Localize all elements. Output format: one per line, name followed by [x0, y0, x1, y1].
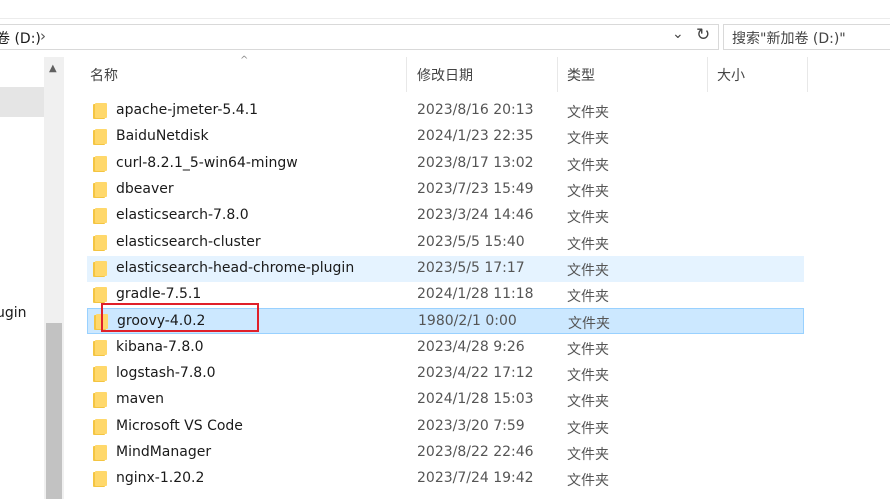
file-name: logstash-7.8.0: [116, 365, 216, 381]
folder-icon: [93, 208, 107, 225]
folder-icon: [93, 366, 107, 382]
column-header-date[interactable]: 修改日期: [417, 65, 473, 85]
column-divider[interactable]: [406, 57, 407, 92]
file-name: MindManager: [116, 443, 212, 460]
file-type: 文件夹: [567, 394, 609, 411]
file-modified-date: 2024/1/28 15:03: [417, 391, 534, 408]
column-divider[interactable]: [557, 57, 558, 92]
file-type: 文件夹: [567, 368, 609, 384]
file-row[interactable]: nginx-1.20.2 2023/7/24 19:42 文件夹: [87, 466, 804, 492]
file-modified-date: 2023/7/24 19:42: [417, 470, 534, 487]
folder-icon: [93, 444, 107, 461]
file-name: elasticsearch-head-chrome-plugin: [116, 259, 355, 276]
file-type: 文件夹: [567, 210, 609, 227]
window-top-strip: [0, 0, 890, 19]
file-row[interactable]: Microsoft VS Code 2023/3/20 7:59 文件夹: [87, 414, 804, 440]
file-row[interactable]: MindManager 2023/8/22 22:46 文件夹: [87, 440, 804, 466]
file-name: Microsoft VS Code: [116, 417, 243, 434]
folder-icon: [93, 392, 107, 409]
file-name: elasticsearch-cluster: [116, 233, 261, 250]
file-type: 文件夹: [567, 183, 609, 200]
address-dropdown-icon[interactable]: ⌄: [672, 26, 684, 42]
folder-icon: [93, 339, 107, 356]
file-name: gradle-7.5.1: [116, 286, 202, 303]
navigation-pane: ugin: [0, 57, 44, 499]
folder-icon: [93, 418, 107, 435]
file-type: 文件夹: [567, 341, 609, 358]
column-header-size[interactable]: 大小: [717, 65, 745, 85]
column-divider[interactable]: [707, 57, 708, 92]
folder-icon: [93, 181, 107, 198]
address-bar[interactable]: 卷 (D:) › ⌄ ↻: [0, 24, 719, 50]
search-input[interactable]: 搜索"新加卷 (D:)": [723, 24, 890, 50]
file-modified-date: 2023/3/20 7:59: [417, 417, 525, 434]
file-row[interactable]: kibana-7.8.0 2023/4/28 9:26 文件夹: [87, 335, 804, 361]
column-header-name[interactable]: 名称: [90, 65, 118, 85]
file-name: nginx-1.20.2: [116, 470, 205, 487]
file-row[interactable]: dbeaver 2023/7/23 15:49 文件夹: [87, 177, 804, 203]
file-modified-date: 2023/3/24 14:46: [417, 207, 534, 224]
file-type: 文件夹: [567, 262, 609, 279]
file-type: 文件夹: [567, 446, 609, 463]
folder-icon: [93, 155, 107, 172]
file-modified-date: 2023/8/22 22:46: [417, 443, 534, 460]
file-modified-date: 1980/2/1 0:00: [418, 313, 517, 330]
nav-item-selected[interactable]: [0, 87, 44, 117]
file-name: curl-8.2.1_5-win64-mingw: [116, 154, 298, 171]
file-modified-date: 2024/1/28 11:18: [417, 286, 534, 303]
scrollbar-thumb[interactable]: [46, 323, 62, 499]
file-row[interactable]: elasticsearch-7.8.0 2023/3/24 14:46 文件夹: [87, 203, 804, 229]
nav-item-plugin[interactable]: ugin: [0, 305, 27, 321]
search-placeholder: 搜索"新加卷 (D:)": [732, 31, 846, 47]
folder-icon: [93, 103, 107, 119]
file-type: 文件夹: [567, 289, 609, 306]
red-highlight-box: [101, 303, 259, 332]
file-name: maven: [116, 391, 164, 408]
file-modified-date: 2023/5/5 17:17: [417, 259, 525, 276]
file-row[interactable]: elasticsearch-cluster 2023/5/5 15:40 文件夹: [87, 230, 804, 256]
navigation-scrollbar[interactable]: ▲: [44, 57, 64, 499]
breadcrumb-chevron-icon[interactable]: ›: [40, 27, 46, 45]
file-name: dbeaver: [116, 180, 174, 197]
folder-icon: [93, 260, 107, 277]
file-modified-date: 2023/4/28 9:26: [417, 338, 525, 355]
column-header-row: ^ 名称 修改日期 类型 大小: [64, 55, 890, 92]
file-modified-date: 2023/7/23 15:49: [417, 180, 534, 197]
folder-icon: [93, 287, 107, 304]
file-row[interactable]: apache-jmeter-5.4.1 2023/8/16 20:13 文件夹: [87, 98, 804, 124]
file-row[interactable]: maven 2024/1/28 15:03 文件夹: [87, 387, 804, 413]
file-row[interactable]: logstash-7.8.0 2023/4/22 17:12 文件夹: [87, 361, 804, 387]
file-type: 文件夹: [568, 316, 610, 333]
folder-icon: [93, 129, 107, 146]
column-header-type[interactable]: 类型: [567, 65, 595, 85]
file-type: 文件夹: [567, 420, 609, 437]
file-type: 文件夹: [567, 131, 609, 148]
file-modified-date: 2023/4/22 17:12: [417, 365, 534, 381]
folder-icon: [93, 234, 107, 251]
file-modified-date: 2024/1/23 22:35: [417, 128, 534, 145]
file-name: elasticsearch-7.8.0: [116, 207, 249, 224]
file-type: 文件夹: [567, 236, 609, 253]
file-modified-date: 2023/5/5 15:40: [417, 233, 525, 250]
column-divider[interactable]: [807, 57, 808, 92]
breadcrumb-drive[interactable]: 卷 (D:): [0, 28, 41, 48]
file-name: kibana-7.8.0: [116, 338, 204, 355]
file-row[interactable]: BaiduNetdisk 2024/1/23 22:35 文件夹: [87, 124, 804, 150]
refresh-icon[interactable]: ↻: [696, 25, 710, 45]
file-row[interactable]: elasticsearch-head-chrome-plugin 2023/5/5…: [87, 255, 804, 282]
file-row[interactable]: curl-8.2.1_5-win64-mingw 2023/8/17 13:02 文…: [87, 151, 804, 177]
file-name: apache-jmeter-5.4.1: [116, 102, 259, 118]
file-type: 文件夹: [567, 473, 609, 490]
scroll-up-arrow-icon[interactable]: ▲: [49, 63, 57, 74]
file-type: 文件夹: [567, 157, 609, 174]
folder-icon: [93, 471, 107, 488]
sort-ascending-icon: ^: [240, 55, 249, 66]
file-type: 文件夹: [567, 105, 609, 121]
file-modified-date: 2023/8/17 13:02: [417, 154, 534, 171]
file-modified-date: 2023/8/16 20:13: [417, 102, 534, 118]
file-name: BaiduNetdisk: [116, 128, 209, 145]
